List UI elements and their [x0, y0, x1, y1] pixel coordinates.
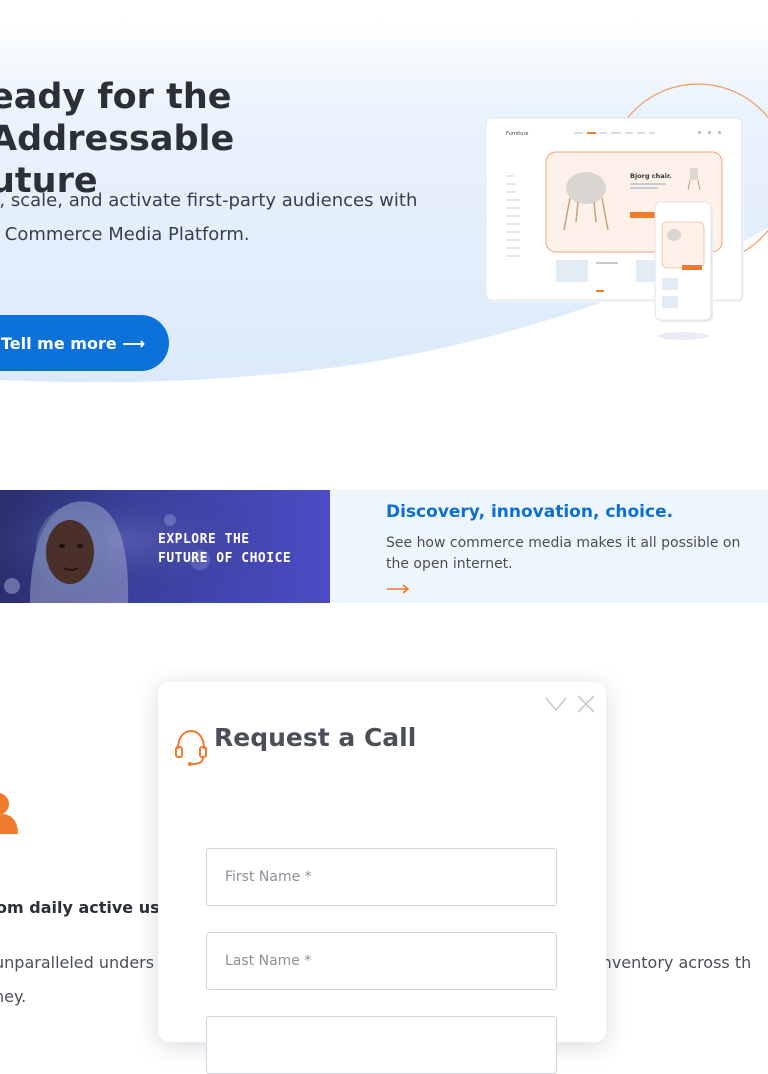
product-mockup-illustration: Furniture Bjorg chair. [486, 83, 768, 340]
first-name-input[interactable] [206, 848, 557, 906]
chevron-down-icon[interactable] [544, 694, 568, 714]
tell-me-more-button[interactable]: Tell me more ⟶ [0, 315, 169, 371]
request-call-modal: Request a Call [158, 682, 606, 1074]
banner-image: EXPLORE THE FUTURE OF CHOICE [0, 490, 330, 603]
feature-text-right: n inventory across th [582, 953, 752, 972]
banner-text: See how commerce media makes it all poss… [386, 535, 741, 572]
arrow-right-icon[interactable] [386, 582, 412, 596]
feature-heading-daily-active-users: om daily active use [0, 898, 171, 917]
close-icon[interactable] [576, 694, 596, 714]
user-icon [0, 793, 18, 834]
modal-title: Request a Call [214, 723, 417, 752]
banner-title[interactable]: Discovery, innovation, choice. [386, 502, 673, 522]
last-name-input[interactable] [206, 932, 557, 990]
mockup-product-name: Bjorg chair. [630, 172, 672, 180]
hero-subtitle: d, scale, and activate first-party audie… [0, 190, 418, 245]
mockup-brand: Furniture [506, 131, 528, 137]
headset-icon [175, 729, 207, 766]
third-input[interactable] [206, 1016, 557, 1074]
feature-text-left: unparalleled unders ney. [0, 953, 155, 1006]
banner-image-caption: EXPLORE THE FUTURE OF CHOICE [158, 532, 292, 566]
hero-section: eady for the Addressable uture d, scale,… [0, 0, 768, 430]
